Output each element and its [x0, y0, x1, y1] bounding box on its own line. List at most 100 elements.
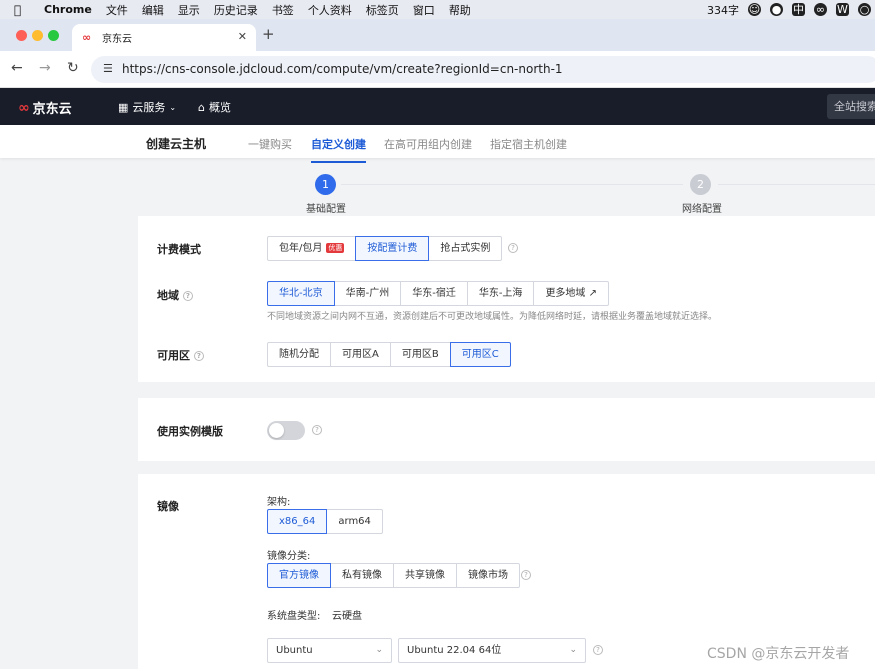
- arch-option-arm64[interactable]: arm64: [326, 509, 383, 534]
- image-category-label: 镜像分类:: [267, 551, 311, 562]
- site-settings-icon[interactable]: ☰: [103, 62, 113, 75]
- global-search-input[interactable]: 全站搜索: [827, 94, 875, 119]
- browser-tab-strip: ∞ 京东云 ✕ +: [0, 19, 875, 51]
- apple-icon[interactable]: : [14, 3, 28, 17]
- menu-window[interactable]: 窗口: [413, 2, 435, 18]
- os-version-select[interactable]: Ubuntu 22.04 64位 ⌄: [398, 638, 586, 663]
- region-label-text: 地域: [157, 289, 179, 302]
- url-text: https://cns-console.jdcloud.com/compute/…: [122, 62, 563, 76]
- zone-help-icon[interactable]: ?: [193, 351, 204, 361]
- billing-help-icon[interactable]: ?: [508, 243, 518, 253]
- billing-mode-group: 包年/包月 优惠 按配置计费 抢占式实例: [267, 236, 503, 261]
- url-field[interactable]: ☰ https://cns-console.jdcloud.com/comput…: [91, 56, 875, 83]
- tab-dedicated-host-create[interactable]: 指定宿主机创建: [490, 136, 567, 152]
- link-icon[interactable]: ∞: [814, 3, 827, 16]
- arch-group: x86_64 arm64: [267, 509, 383, 534]
- chevron-down-icon: ⌄: [169, 102, 177, 112]
- microphone-icon[interactable]: ●: [770, 3, 783, 16]
- menu-bookmarks[interactable]: 书签: [272, 2, 294, 18]
- region-hint: 不同地域资源之间内网不互通，资源创建后不可更改地域属性。为降低网络时延，请根据业…: [267, 312, 718, 322]
- smiley-icon[interactable]: ☺: [748, 3, 761, 16]
- region-group: 华北-北京 华南-广州 华东-宿迁 华东-上海 更多地域 ↗: [267, 281, 610, 306]
- overview-link[interactable]: ⌂ 概览: [198, 99, 231, 115]
- template-help-icon[interactable]: ?: [312, 425, 322, 435]
- arch-label: 架构:: [267, 497, 291, 508]
- image-category-official[interactable]: 官方镜像: [267, 563, 331, 588]
- zone-option-random[interactable]: 随机分配: [267, 342, 331, 367]
- template-toggle[interactable]: [267, 421, 305, 440]
- tab-custom-create[interactable]: 自定义创建: [311, 136, 366, 163]
- menu-app-name[interactable]: Chrome: [44, 3, 92, 16]
- tab-quick-buy[interactable]: 一键购买: [248, 136, 292, 152]
- word-count[interactable]: 334字: [707, 2, 739, 18]
- browser-tab[interactable]: ∞ 京东云 ✕: [72, 24, 256, 51]
- chevron-down-icon: ⌄: [375, 645, 383, 655]
- logo-text: 京东云: [32, 102, 72, 117]
- tab-title: 京东云: [102, 34, 132, 45]
- os-version-help-icon[interactable]: ?: [593, 645, 603, 655]
- zone-label-text: 可用区: [157, 349, 190, 362]
- step-connector: [341, 184, 683, 185]
- jdcloud-favicon-icon: ∞: [82, 30, 92, 44]
- disk-type-value: 云硬盘: [332, 611, 362, 622]
- zone-option-c[interactable]: 可用区C: [449, 342, 511, 367]
- forward-arrow-icon[interactable]: →: [39, 60, 51, 76]
- region-option-shanghai[interactable]: 华东-上海: [466, 281, 535, 306]
- minimize-window-icon[interactable]: [32, 30, 43, 41]
- image-category-private[interactable]: 私有镜像: [330, 563, 394, 588]
- wechat-icon[interactable]: ○: [858, 3, 871, 16]
- menu-history[interactable]: 历史记录: [214, 2, 258, 18]
- arch-option-x86[interactable]: x86_64: [267, 509, 328, 534]
- menu-tabs[interactable]: 标签页: [366, 2, 399, 18]
- image-label: 镜像: [157, 500, 179, 513]
- region-option-suqian[interactable]: 华东-宿迁: [400, 281, 468, 306]
- image-category-market[interactable]: 镜像市场: [456, 563, 520, 588]
- home-icon: ⌂: [198, 100, 205, 114]
- jdcloud-logo[interactable]: ∞ 京东云: [18, 98, 72, 118]
- grid-icon: ▦: [118, 100, 129, 114]
- image-category-shared[interactable]: 共享镜像: [393, 563, 457, 588]
- back-arrow-icon[interactable]: ←: [11, 60, 23, 76]
- step-connector: [718, 184, 875, 185]
- tab-close-icon[interactable]: ✕: [238, 30, 247, 43]
- os-select[interactable]: Ubuntu ⌄: [267, 638, 392, 663]
- wps-icon[interactable]: W: [836, 3, 849, 16]
- zone-group: 随机分配 可用区A 可用区B 可用区C: [267, 342, 511, 367]
- mac-menubar:  Chrome 文件 编辑 显示 历史记录 书签 个人资料 标签页 窗口 帮助…: [0, 0, 875, 19]
- input-method-icon[interactable]: 中: [792, 3, 805, 16]
- region-label: 地域 ?: [157, 287, 193, 303]
- tab-ha-group-create[interactable]: 在高可用组内创建: [384, 136, 472, 152]
- os-version-value: Ubuntu 22.04 64位: [407, 645, 502, 656]
- toggle-knob: [269, 423, 284, 438]
- region-help-icon[interactable]: ?: [182, 291, 193, 301]
- image-category-help-icon[interactable]: ?: [521, 570, 531, 580]
- os-select-value: Ubuntu: [276, 645, 313, 656]
- reload-icon[interactable]: ↻: [67, 60, 79, 76]
- menubar-status-area: 334字 ☺ ● 中 ∞ W ○: [707, 0, 871, 19]
- template-label: 使用实例模版: [157, 425, 223, 438]
- template-panel: [138, 398, 875, 461]
- zoom-window-icon[interactable]: [48, 30, 59, 41]
- step-1-label: 基础配置: [306, 204, 346, 215]
- region-option-beijing[interactable]: 华北-北京: [267, 281, 335, 306]
- zone-option-b[interactable]: 可用区B: [389, 342, 451, 367]
- billing-option-pay-as-you-go[interactable]: 按配置计费: [355, 236, 430, 261]
- region-option-guangzhou[interactable]: 华南-广州: [333, 281, 402, 306]
- menu-profiles[interactable]: 个人资料: [308, 2, 352, 18]
- console-top-nav: ∞ 京东云 ▦ 云服务 ⌄ ⌂ 概览 全站搜索: [0, 88, 875, 125]
- services-label: 云服务: [132, 101, 166, 114]
- region-more-label: 更多地域: [545, 288, 586, 299]
- step-2-circle: 2: [690, 174, 711, 195]
- services-menu[interactable]: ▦ 云服务 ⌄: [118, 99, 176, 115]
- new-tab-icon[interactable]: +: [262, 25, 275, 43]
- billing-option-spot[interactable]: 抢占式实例: [428, 236, 503, 261]
- menu-edit[interactable]: 编辑: [142, 2, 164, 18]
- menu-view[interactable]: 显示: [178, 2, 200, 18]
- zone-option-a[interactable]: 可用区A: [330, 342, 391, 367]
- menu-file[interactable]: 文件: [106, 2, 128, 18]
- menu-help[interactable]: 帮助: [449, 2, 471, 18]
- billing-option-annual-label: 包年/包月: [279, 243, 323, 254]
- region-option-more[interactable]: 更多地域 ↗: [533, 281, 610, 306]
- billing-option-annual[interactable]: 包年/包月 优惠: [267, 236, 357, 261]
- close-window-icon[interactable]: [16, 30, 27, 41]
